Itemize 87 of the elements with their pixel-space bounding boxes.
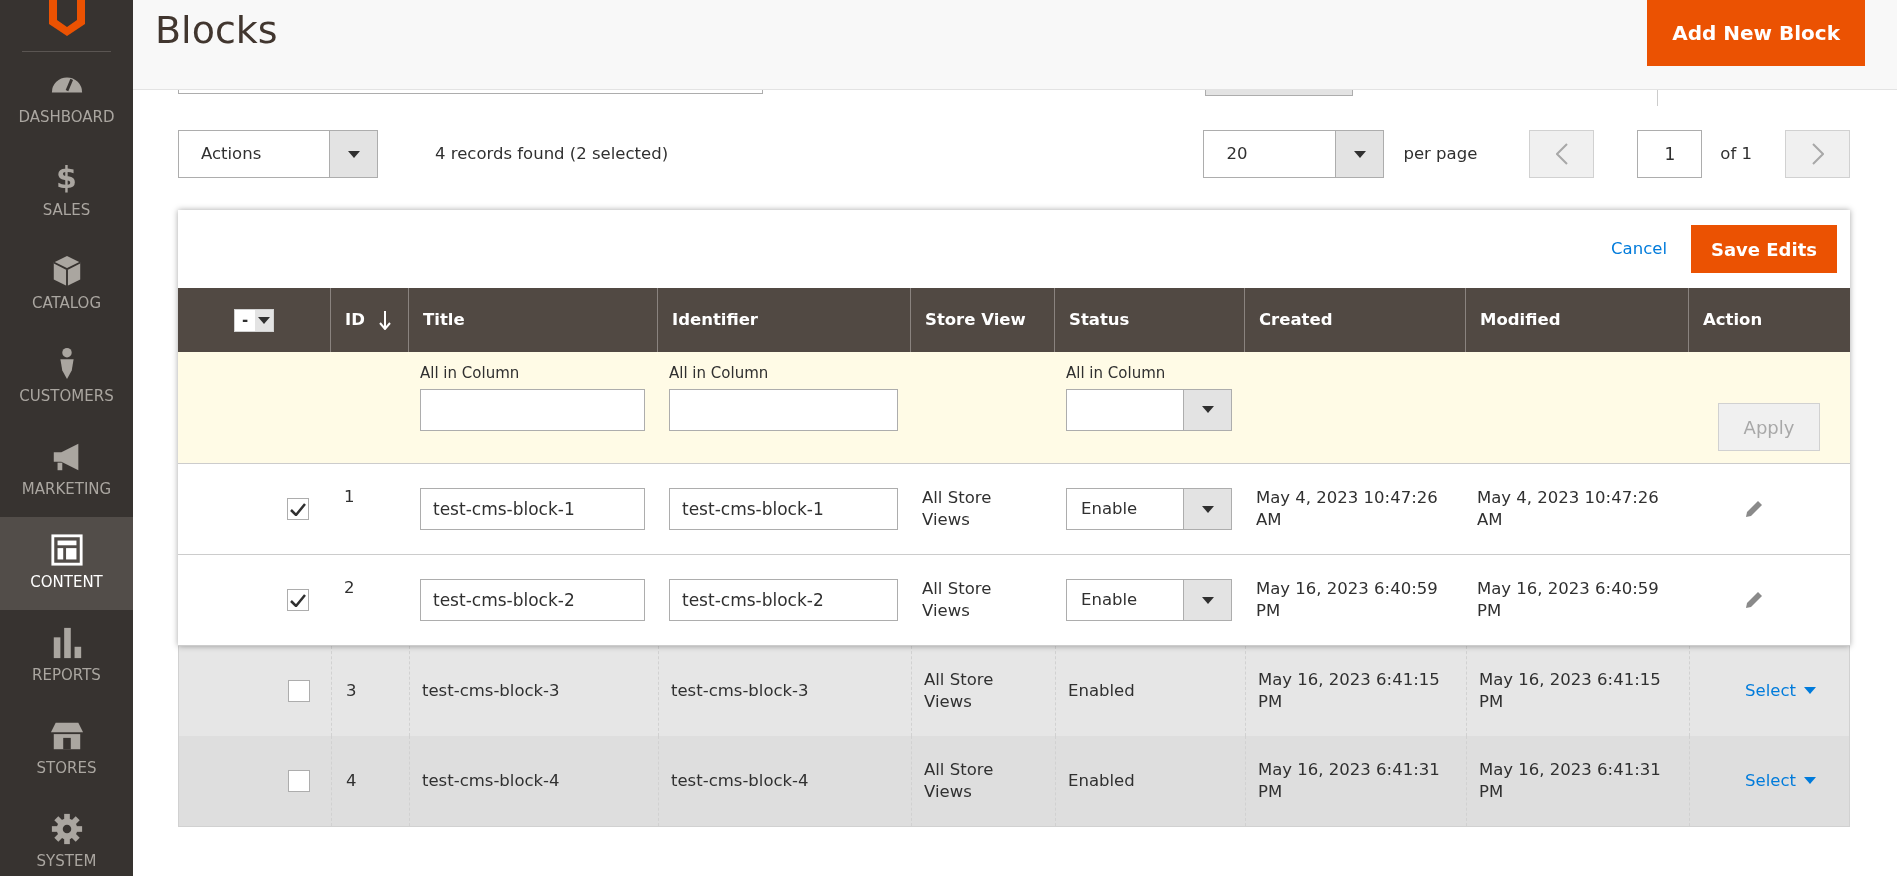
sidebar-item[interactable]: SYSTEM [0, 796, 133, 876]
field-label: All in Column [669, 363, 770, 384]
caret-icon [1803, 687, 1816, 695]
per-page-dropdown[interactable]: 20 [1203, 130, 1385, 178]
actions-dropdown[interactable]: Actions [178, 130, 378, 178]
text-field[interactable]: test-cms-block-2 [420, 579, 645, 621]
previous-page-button[interactable] [1529, 130, 1595, 178]
status-dropdown[interactable]: Enable [1066, 488, 1232, 530]
column-header[interactable]: Action [1688, 288, 1850, 352]
cell-text: May 16, 2023 6:41:31 PM [1479, 758, 1662, 803]
row-checkbox[interactable] [288, 770, 310, 792]
chevron-right-icon [1811, 143, 1824, 165]
column-header[interactable]: Status [1054, 288, 1244, 352]
chevron-left-icon [1555, 143, 1568, 165]
checkmark-icon [290, 593, 306, 607]
column-header[interactable]: Store View [910, 288, 1054, 352]
cell-text: May 4, 2023 10:47:26 AM [1477, 486, 1660, 531]
dollar-icon: $ [56, 161, 77, 196]
cell-text: May 16, 2023 6:40:59 PM [1477, 577, 1660, 622]
status-dropdown[interactable]: Enable [1066, 579, 1232, 621]
sidebar-item[interactable]: $ SALES [0, 145, 133, 238]
caret-icon [1201, 406, 1214, 413]
field-label: All in Column [420, 363, 521, 384]
table-cell: 4 [331, 736, 409, 826]
cell-text: All Store Views [924, 668, 995, 713]
pencil-icon [1744, 590, 1764, 610]
page-title: Blocks [155, 7, 278, 54]
cell-text: Enabled [1068, 769, 1135, 792]
text-field[interactable]: test-cms-block-1 [669, 488, 898, 530]
title-field[interactable] [420, 388, 645, 431]
column-header[interactable]: ID [330, 288, 408, 352]
checkmark-icon [290, 502, 306, 516]
status-dropdown[interactable] [1066, 388, 1232, 431]
field-label: All in Column [1066, 363, 1167, 384]
cell-text: test-cms-block-4 [422, 769, 560, 792]
toolbar-button[interactable] [1205, 90, 1353, 96]
per-page-label: per page [1403, 142, 1478, 165]
search-field[interactable] [178, 90, 763, 94]
sidebar-item[interactable]: STORES [0, 703, 133, 796]
cell-text: Enabled [1068, 679, 1135, 702]
add-new-block-button[interactable]: Add New Block [1647, 0, 1865, 66]
cell-text: All Store Views [924, 758, 995, 803]
caret-icon [1353, 150, 1366, 158]
caret-icon [347, 150, 360, 158]
cancel-link[interactable]: Cancel [1611, 236, 1667, 262]
cell-text: All Store Views [922, 577, 993, 622]
identifier-field[interactable] [669, 388, 898, 431]
mass-select-dropdown[interactable]: - [234, 308, 274, 332]
cell-text: May 16, 2023 6:41:31 PM [1258, 758, 1441, 803]
cell-text: May 16, 2023 6:40:59 PM [1256, 577, 1439, 622]
column-header[interactable]: Created [1244, 288, 1465, 352]
column-header[interactable]: Identifier [657, 288, 910, 352]
save-edits-button[interactable]: Save Edits [1691, 225, 1837, 273]
table-cell-text: 2 [343, 577, 356, 599]
cell-text: May 16, 2023 6:41:15 PM [1479, 668, 1662, 713]
cell-text: test-cms-block-3 [422, 679, 560, 702]
row-checkbox[interactable] [287, 498, 309, 520]
sidebar-item[interactable]: CONTENT [0, 517, 133, 610]
caret-icon [258, 316, 270, 324]
cell-text: test-cms-block-4 [671, 769, 809, 792]
pencil-icon [1744, 499, 1764, 519]
page-number-field[interactable]: 1 [1637, 130, 1703, 178]
caret-icon [1803, 777, 1816, 785]
sidebar-item[interactable]: MARKETING [0, 424, 133, 517]
sidebar-item[interactable]: CATALOG [0, 238, 133, 331]
sidebar-item[interactable]: DASHBOARD [0, 52, 133, 145]
cell-text: May 16, 2023 6:41:15 PM [1258, 668, 1441, 713]
column-header[interactable]: Modified [1465, 288, 1688, 352]
caret-icon [1201, 505, 1214, 513]
column-header[interactable]: Title [408, 288, 657, 352]
next-page-button[interactable] [1785, 130, 1850, 178]
sidebar-item[interactable]: CUSTOMERS [0, 331, 133, 424]
text-field[interactable]: test-cms-block-1 [420, 488, 645, 530]
select-link[interactable]: Select [1745, 679, 1816, 703]
text-field[interactable]: test-cms-block-2 [669, 579, 898, 621]
caret-icon [1201, 596, 1214, 604]
row-checkbox[interactable] [287, 589, 309, 611]
cell-text: May 4, 2023 10:47:26 AM [1256, 486, 1439, 531]
row-checkbox[interactable] [288, 680, 310, 702]
gear-icon [49, 812, 84, 847]
layout-icon [49, 533, 84, 568]
records-count: 4 records found (2 selected) [435, 142, 669, 165]
page-total: of 1 [1720, 142, 1752, 165]
sidebar-item[interactable]: REPORTS [0, 610, 133, 703]
table-cell-text: 1 [343, 486, 356, 508]
cell-text: test-cms-block-3 [671, 679, 809, 702]
cell-text: All Store Views [922, 486, 993, 531]
